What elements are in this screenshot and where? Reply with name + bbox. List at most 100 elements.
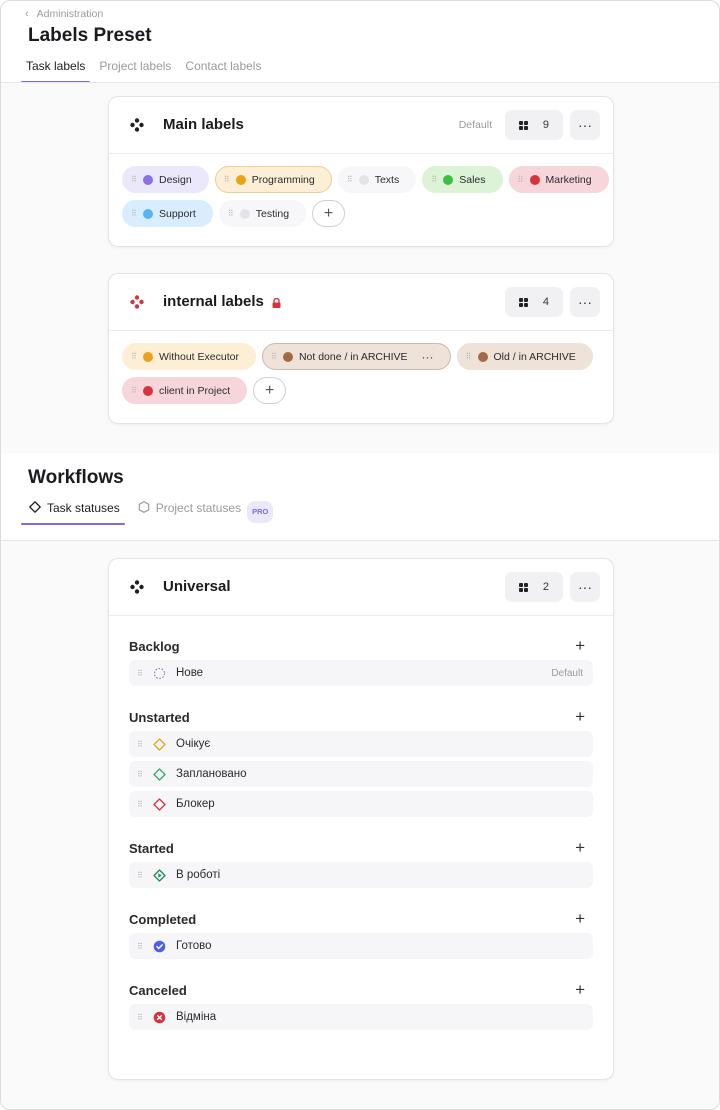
drag-handle-icon[interactable]: ⠿ [224, 175, 230, 184]
drag-handle-icon[interactable]: ⠿ [131, 386, 137, 395]
label-color-dot [443, 174, 454, 185]
card-header: Main labels Default 9 ··· [109, 97, 613, 154]
label-list: ⠿ Design ⠿ Programming ⠿ Texts ⠿ Sales ⠿ Marketin… [109, 154, 613, 227]
status-row[interactable]: ⠿ Заплановано [129, 761, 593, 787]
drag-handle-icon[interactable]: ⠿ [466, 352, 472, 361]
label-color-dot [239, 208, 250, 219]
label-chip[interactable]: ⠿ Support [122, 200, 213, 227]
drag-handle-icon[interactable]: ⠿ [228, 209, 234, 218]
label-chip[interactable]: ⠿ Testing [218, 200, 307, 227]
default-tag: Default [458, 119, 492, 131]
drag-handle-icon[interactable]: ⠿ [131, 175, 137, 184]
grid-icon [519, 582, 528, 592]
tab-project-statuses[interactable]: Project statuses PRO [133, 499, 279, 525]
label-chip[interactable]: ⠿ Texts [337, 166, 417, 193]
add-label-button[interactable]: + [253, 377, 287, 404]
card-title: Main labels [163, 116, 244, 133]
status-row[interactable]: ⠿ В роботі [129, 862, 593, 888]
tab-project-labels[interactable]: Project labels [94, 57, 176, 83]
workflow-tabs: Task statuses Project statuses PRO [21, 499, 278, 525]
status-row[interactable]: ⠿ Готово [129, 933, 593, 959]
status-label: Готово [176, 940, 212, 952]
diamond-dots-icon [130, 118, 144, 132]
chip-more-button[interactable]: ··· [422, 350, 434, 364]
add-status-button[interactable]: + [575, 707, 585, 727]
add-label-button[interactable]: + [312, 200, 346, 227]
label-chip[interactable]: ⠿ client in Project [122, 377, 248, 404]
grid-icon [519, 297, 528, 307]
grid-icon [519, 120, 528, 130]
label-count-button[interactable]: 9 [505, 110, 563, 140]
label-tabs: Task labels Project labels Contact label… [21, 57, 266, 83]
lock-icon [272, 297, 281, 308]
label-chip[interactable]: ⠿ Design [122, 166, 209, 193]
drag-handle-icon[interactable]: ⠿ [137, 871, 147, 880]
status-groups: Backlog + ⠿ Нове Default Unstarted + ⠿ Очікує ⠿ За… [109, 616, 613, 1030]
label-chip[interactable]: ⠿ Old / in ARCHIVE [456, 343, 593, 370]
status-row[interactable]: ⠿ Нове Default [129, 660, 593, 686]
drag-handle-icon[interactable]: ⠿ [347, 175, 353, 184]
label-text: Not done / in ARCHIVE [298, 350, 408, 363]
drag-handle-icon[interactable]: ⠿ [137, 740, 147, 749]
drag-handle-icon[interactable]: ⠿ [137, 770, 147, 779]
label-color-dot [235, 174, 246, 185]
diamond-green-icon [153, 767, 166, 781]
label-color-dot [143, 385, 153, 396]
label-color-dot [529, 174, 540, 185]
drag-handle-icon[interactable]: ⠿ [137, 800, 147, 809]
tab-contact-labels[interactable]: Contact labels [180, 57, 266, 83]
label-text: Design [159, 173, 192, 186]
status-label: Блокер [176, 798, 215, 810]
cancel-circle-icon [153, 1011, 166, 1023]
status-group-name: Backlog [129, 638, 180, 654]
label-color-dot [143, 351, 153, 362]
check-badge-icon [153, 940, 166, 952]
drag-handle-icon[interactable]: ⠿ [431, 175, 437, 184]
drag-handle-icon[interactable]: ⠿ [518, 175, 524, 184]
status-row[interactable]: ⠿ Блокер [129, 791, 593, 817]
label-chip[interactable]: ⠿ Programming [214, 166, 332, 193]
add-status-button[interactable]: + [575, 909, 585, 929]
more-options-button[interactable]: ··· [570, 287, 600, 317]
drag-handle-icon[interactable]: ⠿ [131, 352, 137, 361]
more-options-button[interactable]: ··· [570, 572, 600, 602]
add-status-button[interactable]: + [575, 636, 585, 656]
status-count-button[interactable]: 2 [505, 572, 563, 602]
label-chip[interactable]: ⠿ Marketing [508, 166, 609, 193]
add-status-button[interactable]: + [575, 838, 585, 858]
status-row[interactable]: ⠿ Відміна [129, 1004, 593, 1030]
drag-handle-icon[interactable]: ⠿ [137, 942, 147, 951]
drag-handle-icon[interactable]: ⠿ [271, 352, 277, 361]
diamond-yellow-icon [153, 737, 166, 751]
breadcrumb-label: Administration [36, 8, 104, 20]
status-group: Backlog + ⠿ Нове Default [109, 632, 613, 686]
status-group-header: Unstarted + [109, 703, 613, 731]
internal-labels-card: internal labels 4 ··· ⠿ Without Executor ⠿… [108, 273, 614, 424]
label-text: Marketing [545, 173, 592, 186]
card-header: Universal 2 ··· [109, 559, 613, 616]
status-row[interactable]: ⠿ Очікує [129, 731, 593, 757]
drag-handle-icon[interactable]: ⠿ [137, 669, 147, 678]
label-chip[interactable]: ⠿ Without Executor [122, 343, 256, 370]
status-group-name: Completed [129, 911, 197, 927]
diamond-play-icon [153, 868, 166, 882]
status-label: Відміна [176, 1011, 217, 1023]
card-title: Universal [163, 578, 231, 595]
workflows-title: Workflows [28, 467, 124, 488]
label-color-dot [282, 351, 293, 362]
label-text: Support [159, 207, 196, 220]
breadcrumb[interactable]: ‹ Administration [25, 8, 103, 20]
tab-task-statuses[interactable]: Task statuses [21, 499, 125, 525]
label-count-button[interactable]: 4 [505, 287, 563, 317]
label-text: Texts [374, 173, 400, 186]
more-options-button[interactable]: ··· [570, 110, 600, 140]
label-chip[interactable]: ⠿ Not done / in ARCHIVE ··· [261, 343, 451, 370]
status-group-name: Started [129, 840, 174, 856]
tab-task-labels[interactable]: Task labels [21, 57, 91, 83]
label-chip[interactable]: ⠿ Sales [422, 166, 503, 193]
drag-handle-icon[interactable]: ⠿ [131, 209, 137, 218]
diamond-red-icon [153, 797, 166, 811]
drag-handle-icon[interactable]: ⠿ [137, 1013, 147, 1022]
status-label: Очікує [176, 738, 211, 750]
add-status-button[interactable]: + [575, 980, 585, 1000]
